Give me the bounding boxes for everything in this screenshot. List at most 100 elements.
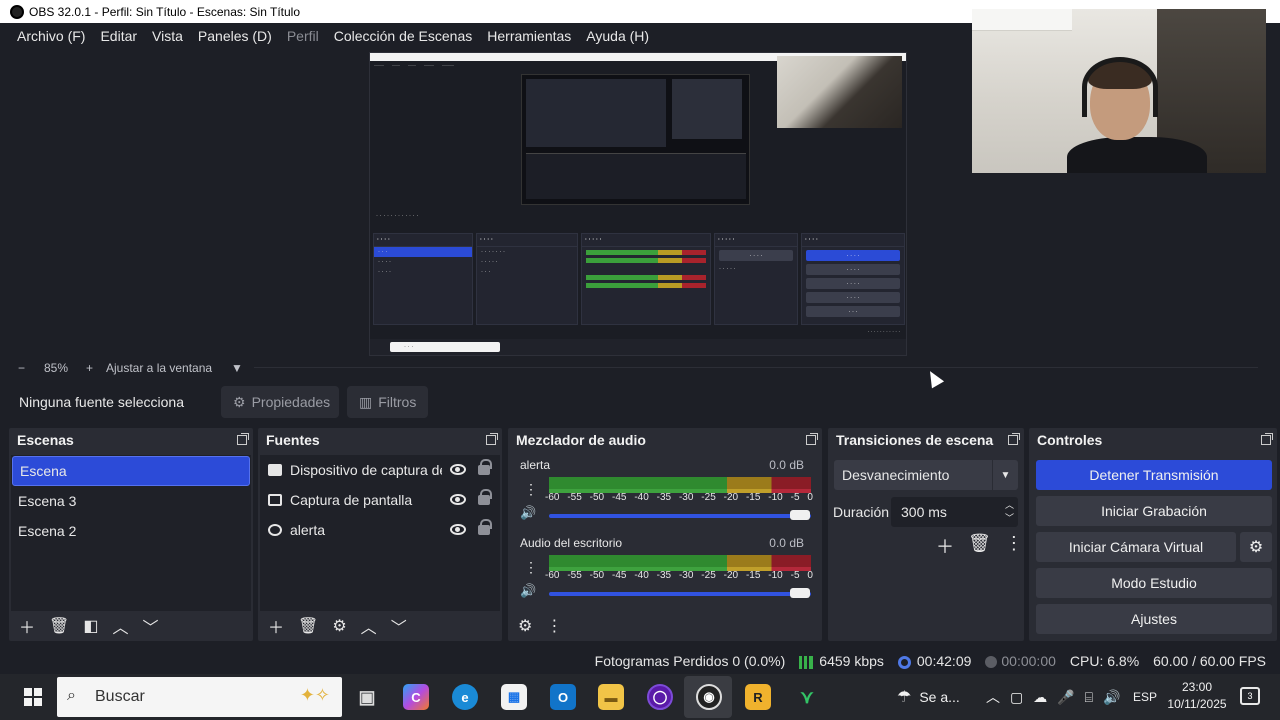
- zoom-out-button[interactable]: −: [18, 361, 38, 375]
- speaker-icon[interactable]: 🔊: [520, 583, 538, 599]
- lock-icon[interactable]: [478, 489, 492, 505]
- duration-stepper[interactable]: ︿ ﹀: [1005, 499, 1014, 525]
- move-down-icon[interactable]: ﹀: [142, 614, 158, 638]
- zoom-value: 85%: [44, 361, 69, 375]
- eye-icon[interactable]: [450, 524, 466, 535]
- undock-icon[interactable]: [486, 433, 498, 445]
- scene-item[interactable]: Escena 3: [11, 486, 251, 516]
- kebab-menu-icon[interactable]: ⋮: [524, 559, 538, 576]
- kebab-menu-icon[interactable]: ⋮: [1005, 533, 1023, 559]
- microphone-icon[interactable]: 🎤: [1057, 689, 1074, 706]
- chevron-down-icon: ▼: [992, 460, 1018, 490]
- task-view-icon[interactable]: ▣: [354, 684, 380, 710]
- properties-button[interactable]: ⚙ Propiedades: [221, 386, 339, 418]
- eye-icon[interactable]: [450, 494, 466, 505]
- duration-input[interactable]: 300 ms ︿ ﹀: [891, 497, 1018, 527]
- menu-ayuda[interactable]: Ayuda (H): [586, 28, 649, 44]
- trash-icon[interactable]: 🗑: [968, 533, 991, 559]
- mixer-title: Mezclador de audio: [516, 432, 646, 448]
- scene-filters-icon[interactable]: ◧: [83, 616, 98, 636]
- taskbar-search[interactable]: ⌕ Buscar ✦✧: [57, 677, 342, 717]
- zoom-scrollbar[interactable]: [254, 367, 1258, 368]
- volume-slider-handle[interactable]: [790, 588, 810, 598]
- kebab-menu-icon[interactable]: ⋮: [524, 481, 538, 498]
- menu-perfil[interactable]: Perfil: [287, 28, 319, 44]
- volume-slider[interactable]: [549, 592, 811, 596]
- window-title: OBS 32.0.1 - Perfil: Sin Título - Escena…: [29, 4, 301, 19]
- mixer-channel: Audio del escritorio 0.0 dB ⋮ -60 -55 -50-…: [512, 533, 813, 611]
- outlook-icon[interactable]: O: [550, 684, 576, 710]
- meet-icon[interactable]: ▢: [1010, 689, 1023, 706]
- obs-icon[interactable]: ◉: [696, 684, 722, 710]
- move-up-icon[interactable]: ︿: [112, 614, 128, 638]
- menu-vista[interactable]: Vista: [152, 28, 183, 44]
- file-explorer-icon[interactable]: ▬: [598, 684, 624, 710]
- mixer-channel: alerta 0.0 dB ⋮ -60 -55 -50 -45 -40 -35 -30 -25…: [512, 455, 813, 533]
- kebab-menu-icon[interactable]: ⋮: [546, 616, 562, 636]
- menu-herramientas[interactable]: Herramientas: [487, 28, 571, 44]
- undock-icon[interactable]: [1261, 433, 1273, 445]
- menu-coleccion-escenas[interactable]: Colección de Escenas: [334, 28, 473, 44]
- chevron-up-icon[interactable]: ︿: [986, 687, 1000, 707]
- menu-editar[interactable]: Editar: [100, 28, 137, 44]
- menu-paneles[interactable]: Paneles (D): [198, 28, 272, 44]
- settings-button[interactable]: Ajustes: [1036, 604, 1272, 634]
- cloud-icon[interactable]: ☁: [1033, 689, 1047, 706]
- volume-icon[interactable]: 🔊: [1103, 689, 1120, 706]
- start-recording-button[interactable]: Iniciar Grabación: [1036, 496, 1272, 526]
- move-up-icon[interactable]: ︿: [361, 614, 377, 638]
- studio-mode-button[interactable]: Modo Estudio: [1036, 568, 1272, 598]
- stop-stream-button[interactable]: Detener Transmisión: [1036, 460, 1272, 490]
- windows-start-icon[interactable]: [24, 688, 42, 706]
- chevron-down-icon[interactable]: ▼: [231, 361, 243, 375]
- network-icon[interactable]: ⌸: [1085, 689, 1093, 706]
- undock-icon[interactable]: [1008, 433, 1020, 445]
- source-item[interactable]: Dispositivo de captura de: [260, 455, 500, 485]
- sources-title: Fuentes: [266, 432, 320, 448]
- virtual-camera-button[interactable]: Iniciar Cámara Virtual: [1036, 532, 1236, 562]
- channel-db: 0.0 dB: [769, 458, 804, 472]
- trash-icon[interactable]: 🗑: [298, 616, 318, 636]
- store-icon[interactable]: ▦: [501, 684, 527, 710]
- source-item[interactable]: Captura de pantalla: [260, 485, 500, 515]
- virtual-camera-settings-gear-icon[interactable]: ⚙: [1240, 532, 1272, 562]
- move-down-icon[interactable]: ﹀: [391, 614, 407, 638]
- add-source-icon[interactable]: ＋: [268, 614, 284, 638]
- lock-icon[interactable]: [478, 519, 492, 535]
- edge-icon[interactable]: e: [452, 684, 478, 710]
- trash-icon[interactable]: 🗑: [49, 616, 69, 636]
- program-preview[interactable]: ····· ···· ···· ····· ······ · · · · · · · ·…: [369, 52, 907, 356]
- zoom-fit-label[interactable]: Ajustar a la ventana: [106, 361, 231, 375]
- menu-archivo[interactable]: Archivo (F): [17, 28, 85, 44]
- undock-icon[interactable]: [237, 433, 249, 445]
- weather-widget[interactable]: ☂ Se a...: [897, 674, 960, 720]
- gear-icon[interactable]: ⚙: [332, 616, 346, 636]
- lock-icon[interactable]: [478, 459, 492, 475]
- speaker-icon[interactable]: 🔊: [520, 505, 538, 521]
- volume-slider[interactable]: [549, 514, 811, 518]
- monitor-icon: [268, 494, 282, 506]
- volume-slider-handle[interactable]: [790, 510, 810, 520]
- source-item[interactable]: alerta: [260, 515, 500, 545]
- add-scene-icon[interactable]: ＋: [19, 614, 35, 638]
- duration-label: Duración: [833, 504, 890, 520]
- clock-date: 10/11/2025: [1167, 697, 1227, 711]
- language-indicator[interactable]: ESP: [1133, 674, 1157, 720]
- copilot-icon[interactable]: C: [403, 684, 429, 710]
- add-transition-icon[interactable]: ＋: [936, 533, 954, 559]
- transition-select[interactable]: Desvanecimiento ▼: [834, 460, 1018, 490]
- notifications-icon[interactable]: 3: [1240, 687, 1260, 705]
- eye-icon[interactable]: [450, 464, 466, 475]
- app-v-icon[interactable]: ⋎: [794, 684, 820, 710]
- weather-text: Se a...: [919, 689, 960, 705]
- app-r-icon[interactable]: R: [745, 684, 771, 710]
- advanced-audio-icon[interactable]: ⚙: [518, 616, 532, 636]
- taskbar-clock[interactable]: 23:00 10/11/2025: [1162, 679, 1232, 713]
- app-circle-icon[interactable]: ◯: [647, 684, 673, 710]
- zoom-in-button[interactable]: +: [86, 361, 100, 375]
- scene-item[interactable]: Escena: [12, 456, 250, 486]
- scene-item[interactable]: Escena 2: [11, 516, 251, 546]
- filters-button[interactable]: ▥ Filtros: [347, 386, 428, 418]
- undock-icon[interactable]: [806, 433, 818, 445]
- no-source-label: Ninguna fuente selecciona: [19, 394, 185, 410]
